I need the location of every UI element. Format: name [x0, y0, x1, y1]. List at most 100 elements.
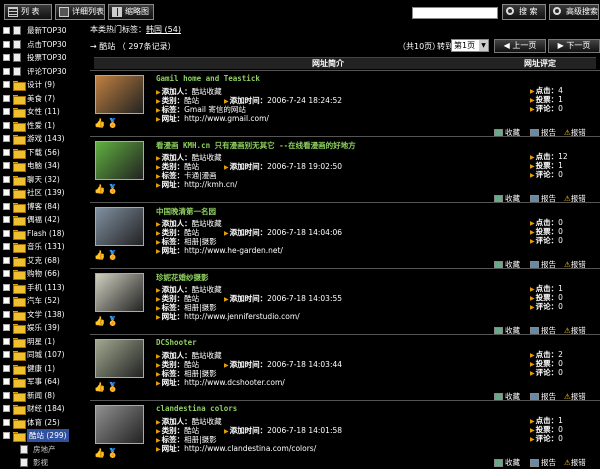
site-thumbnail[interactable]: [95, 75, 144, 114]
sidebar-item[interactable]: 购物 (66): [0, 267, 90, 280]
list-view-button[interactable]: 列 表: [4, 4, 52, 20]
site-thumbnail[interactable]: [95, 405, 144, 444]
sidebar-item[interactable]: 娱乐 (39): [0, 321, 90, 334]
expand-box-icon[interactable]: [3, 189, 10, 196]
url-link[interactable]: http://www.he-garden.net/: [184, 246, 283, 255]
thumbs-up-icon[interactable]: 👍: [94, 449, 105, 459]
sidebar-item[interactable]: 健康 (1): [0, 362, 90, 375]
sidebar-item[interactable]: 财经 (184): [0, 402, 90, 415]
favorite-button[interactable]: 收藏: [494, 457, 520, 468]
site-thumbnail[interactable]: [95, 339, 144, 378]
thumbs-up-icon[interactable]: 👍: [94, 383, 105, 393]
sidebar-item[interactable]: 影视: [0, 456, 90, 469]
next-page-button[interactable]: ▶ 下一页: [548, 39, 600, 53]
thumbnail-view-button[interactable]: 缩略图: [108, 4, 154, 20]
expand-box-icon[interactable]: [3, 283, 10, 291]
entry-title[interactable]: 中国晚清第一名园: [156, 206, 216, 217]
sidebar-item[interactable]: 女性 (11): [0, 105, 90, 118]
sidebar-item[interactable]: Flash (18): [0, 227, 90, 240]
expand-box-icon[interactable]: [3, 364, 10, 372]
expand-box-icon[interactable]: [3, 54, 10, 61]
page-select[interactable]: 第1页 ▼: [451, 39, 489, 52]
sidebar-item[interactable]: 性爱 (1): [0, 119, 90, 132]
sidebar-item[interactable]: 社区 (139): [0, 186, 90, 199]
sidebar-item[interactable]: 文学 (138): [0, 308, 90, 321]
sidebar-item[interactable]: 点击TOP30: [0, 38, 90, 51]
sidebar-item[interactable]: 偶福 (42): [0, 213, 90, 226]
site-thumbnail[interactable]: [95, 141, 144, 180]
sidebar-item[interactable]: 下载 (56): [0, 146, 90, 159]
thumbs-up-icon[interactable]: 👍: [94, 317, 105, 327]
expand-box-icon[interactable]: [3, 81, 10, 88]
expand-box-icon[interactable]: [3, 108, 10, 115]
entry-title[interactable]: 珍妮花婚纱摄影: [156, 272, 209, 283]
sidebar-item[interactable]: 酷站 (299): [0, 429, 90, 442]
url-link[interactable]: http://www.dcshooter.com/: [184, 378, 285, 387]
advanced-search-button[interactable]: 高级搜索: [549, 4, 599, 20]
sidebar-item[interactable]: 同城 (107): [0, 348, 90, 361]
expand-box-icon[interactable]: [3, 378, 10, 385]
url-link[interactable]: http://www.clandestina.com/colors/: [184, 444, 316, 453]
sidebar-item[interactable]: 明星 (1): [0, 335, 90, 348]
sidebar-item[interactable]: 汽车 (52): [0, 294, 90, 307]
entry-title[interactable]: Gamil home and Teastick: [156, 74, 260, 83]
sidebar-item[interactable]: 聊天 (32): [0, 173, 90, 186]
expand-box-icon[interactable]: [3, 121, 10, 129]
expand-box-icon[interactable]: [3, 391, 10, 399]
expand-box-icon[interactable]: [3, 229, 10, 237]
expand-box-icon[interactable]: [3, 94, 10, 102]
expand-box-icon[interactable]: [3, 216, 10, 223]
search-input[interactable]: [412, 7, 498, 19]
expand-box-icon[interactable]: [3, 67, 10, 75]
expand-box-icon[interactable]: [3, 162, 10, 169]
thumbs-up-icon[interactable]: 👍: [94, 185, 105, 195]
sidebar-item[interactable]: 博客 (84): [0, 200, 90, 213]
expand-box-icon[interactable]: [3, 256, 10, 264]
sidebar-item[interactable]: 美食 (7): [0, 92, 90, 105]
sidebar-item[interactable]: 军事 (64): [0, 375, 90, 388]
expand-box-icon[interactable]: [3, 337, 10, 345]
expand-box-icon[interactable]: [3, 270, 10, 277]
sidebar-item[interactable]: 体育 (25): [0, 416, 90, 429]
url-link[interactable]: http://www.jenniferstudio.com/: [184, 312, 300, 321]
entry-title[interactable]: clandestina colors: [156, 404, 237, 413]
entry-title[interactable]: DCShooter: [156, 338, 197, 347]
expand-box-icon[interactable]: [3, 324, 10, 331]
site-thumbnail[interactable]: [95, 207, 144, 246]
expand-box-icon[interactable]: [3, 405, 10, 412]
sidebar-item[interactable]: 新闻 (8): [0, 389, 90, 402]
search-button[interactable]: 搜 索: [502, 4, 546, 20]
error-report-button[interactable]: ⚠报错: [564, 457, 586, 468]
expand-box-icon[interactable]: [3, 310, 10, 318]
sidebar-item[interactable]: 设计 (9): [0, 78, 90, 91]
sidebar-item[interactable]: 电脑 (34): [0, 159, 90, 172]
expand-box-icon[interactable]: [3, 27, 10, 34]
expand-box-icon[interactable]: [3, 351, 10, 358]
thumbs-up-icon[interactable]: 👍: [94, 119, 105, 129]
expand-box-icon[interactable]: [3, 297, 10, 304]
expand-box-icon[interactable]: [3, 40, 10, 48]
expand-box-icon[interactable]: [3, 135, 10, 142]
sidebar-item[interactable]: 评论TOP30: [0, 65, 90, 78]
expand-box-icon[interactable]: [3, 202, 10, 210]
expand-box-icon[interactable]: [3, 432, 10, 439]
url-link[interactable]: http://kmh.cn/: [184, 180, 237, 189]
expand-box-icon[interactable]: [3, 418, 10, 426]
prev-page-button[interactable]: ◀ 上一页: [494, 39, 546, 53]
detail-list-button[interactable]: 详细列表: [55, 4, 105, 20]
expand-box-icon[interactable]: [3, 175, 10, 183]
sidebar-item[interactable]: 艾克 (68): [0, 254, 90, 267]
hot-tag-link[interactable]: 韩国 (54): [146, 25, 181, 34]
sidebar-item[interactable]: 音乐 (131): [0, 240, 90, 253]
expand-box-icon[interactable]: [3, 148, 10, 156]
sidebar-item[interactable]: 投票TOP30: [0, 51, 90, 64]
sidebar-item[interactable]: 手机 (113): [0, 281, 90, 294]
thumbs-up-icon[interactable]: 👍: [94, 251, 105, 261]
sidebar-item[interactable]: 最新TOP30: [0, 24, 90, 37]
sidebar-item[interactable]: 游戏 (143): [0, 132, 90, 145]
expand-box-icon[interactable]: [3, 243, 10, 250]
entry-title[interactable]: 看漫画 KMH.cn 只有漫画别无其它 --在线看漫画的好地方: [156, 140, 356, 151]
report-button[interactable]: 报告: [530, 457, 556, 468]
sidebar-item[interactable]: 房地产: [0, 443, 90, 456]
site-thumbnail[interactable]: [95, 273, 144, 312]
